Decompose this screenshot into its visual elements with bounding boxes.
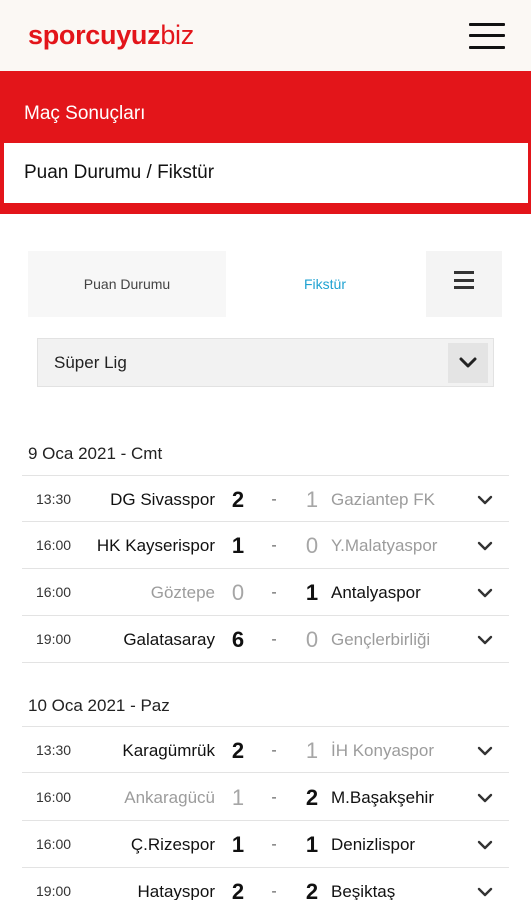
list-menu-icon <box>454 271 474 289</box>
tab-standings[interactable]: Puan Durumu <box>28 251 226 317</box>
match-row[interactable]: 19:00 Galatasaray 6 - 0 Gençlerbirliği <box>22 616 509 663</box>
logo-bold-text: sporcuyuz <box>28 20 161 50</box>
match-row[interactable]: 13:30 Karagümrük 2 - 1 İH Konyaspor <box>22 726 509 773</box>
match-time: 13:30 <box>36 742 72 758</box>
home-team: Hatayspor <box>137 882 215 900</box>
main-menu-icon[interactable] <box>469 22 505 49</box>
score-separator: - <box>271 836 277 853</box>
away-team: Gençlerbirliği <box>331 630 431 649</box>
home-team: Göztepe <box>150 583 215 602</box>
site-logo[interactable]: sporcuyuzbiz <box>28 20 194 51</box>
home-score: 0 <box>231 580 245 605</box>
score-separator: - <box>271 537 277 554</box>
view-tabs: Puan Durumu Fikstür <box>28 251 502 317</box>
away-score: 0 <box>305 627 319 652</box>
match-time: 16:00 <box>36 836 72 852</box>
score-separator: - <box>271 584 277 601</box>
home-score: 2 <box>231 738 245 763</box>
away-score: 2 <box>305 785 319 810</box>
match-row[interactable]: 19:00 Hatayspor 2 - 2 Beşiktaş <box>22 868 509 900</box>
match-time: 19:00 <box>36 883 72 899</box>
home-score: 1 <box>231 832 245 857</box>
away-team: M.Başakşehir <box>331 788 434 807</box>
away-team: İH Konyaspor <box>331 741 434 760</box>
match-time: 16:00 <box>36 537 72 553</box>
home-score: 6 <box>231 627 245 652</box>
chevron-down-icon[interactable] <box>473 868 497 900</box>
league-select[interactable]: Süper Lig <box>37 338 494 387</box>
logo-light-text: biz <box>160 20 194 50</box>
away-team: Beşiktaş <box>331 882 396 900</box>
match-row[interactable]: 16:00 Göztepe 0 - 1 Antalyaspor <box>22 569 509 616</box>
away-score: 2 <box>305 879 319 900</box>
chevron-down-icon[interactable] <box>473 616 497 663</box>
score-separator: - <box>271 631 277 648</box>
score-separator: - <box>271 883 277 900</box>
away-team: Gaziantep FK <box>331 490 435 509</box>
match-row[interactable]: 13:30 DG Sivasspor 2 - 1 Gaziantep FK <box>22 475 509 522</box>
league-select-value: Süper Lig <box>54 352 127 372</box>
score-separator: - <box>271 742 277 759</box>
away-score: 1 <box>305 580 319 605</box>
day-header: 10 Oca 2021 - Paz <box>28 696 170 715</box>
match-time: 16:00 <box>36 584 72 600</box>
tab-fixture[interactable]: Fikstür <box>226 251 424 317</box>
match-row[interactable]: 16:00 Ankaragücü 1 - 2 M.Başakşehir <box>22 774 509 821</box>
chevron-down-icon[interactable] <box>473 476 497 523</box>
top-bar: sporcuyuzbiz <box>0 0 531 71</box>
score-separator: - <box>271 789 277 806</box>
chevron-down-icon[interactable] <box>473 727 497 774</box>
home-score: 2 <box>231 487 245 512</box>
score-separator: - <box>271 491 277 508</box>
chevron-down-icon[interactable] <box>473 821 497 868</box>
away-team: Antalyaspor <box>331 583 421 602</box>
page-header: Maç Sonuçları Puan Durumu / Fikstür <box>0 71 531 214</box>
away-score: 0 <box>305 533 319 558</box>
home-team: Karagümrük <box>122 741 215 760</box>
home-team: DG Sivasspor <box>110 490 215 509</box>
chevron-down-icon[interactable] <box>473 774 497 821</box>
page-title: Maç Sonuçları <box>24 103 146 124</box>
chevron-down-icon[interactable] <box>473 522 497 569</box>
home-team: HK Kayserispor <box>96 536 215 555</box>
away-score: 1 <box>305 738 319 763</box>
away-score: 1 <box>305 832 319 857</box>
match-row[interactable]: 16:00 Ç.Rizespor 1 - 1 Denizlispor <box>22 821 509 868</box>
day-header: 9 Oca 2021 - Cmt <box>28 444 163 463</box>
home-team: Galatasaray <box>123 630 215 649</box>
match-row[interactable]: 16:00 HK Kayserispor 1 - 0 Y.Malatyaspor <box>22 522 509 569</box>
match-time: 19:00 <box>36 631 72 647</box>
page-subtitle: Puan Durumu / Fikstür <box>4 143 528 203</box>
match-time: 13:30 <box>36 491 72 507</box>
home-score: 1 <box>231 533 245 558</box>
home-team: Ankaragücü <box>124 788 215 807</box>
home-team: Ç.Rizespor <box>130 835 215 854</box>
home-score: 1 <box>231 785 245 810</box>
chevron-down-icon[interactable] <box>473 569 497 616</box>
home-score: 2 <box>231 879 245 900</box>
away-team: Denizlispor <box>331 835 416 854</box>
away-score: 1 <box>305 487 319 512</box>
tab-menu-button[interactable] <box>426 251 502 317</box>
away-team: Y.Malatyaspor <box>331 536 438 555</box>
chevron-down-icon[interactable] <box>448 343 488 383</box>
match-time: 16:00 <box>36 789 72 805</box>
